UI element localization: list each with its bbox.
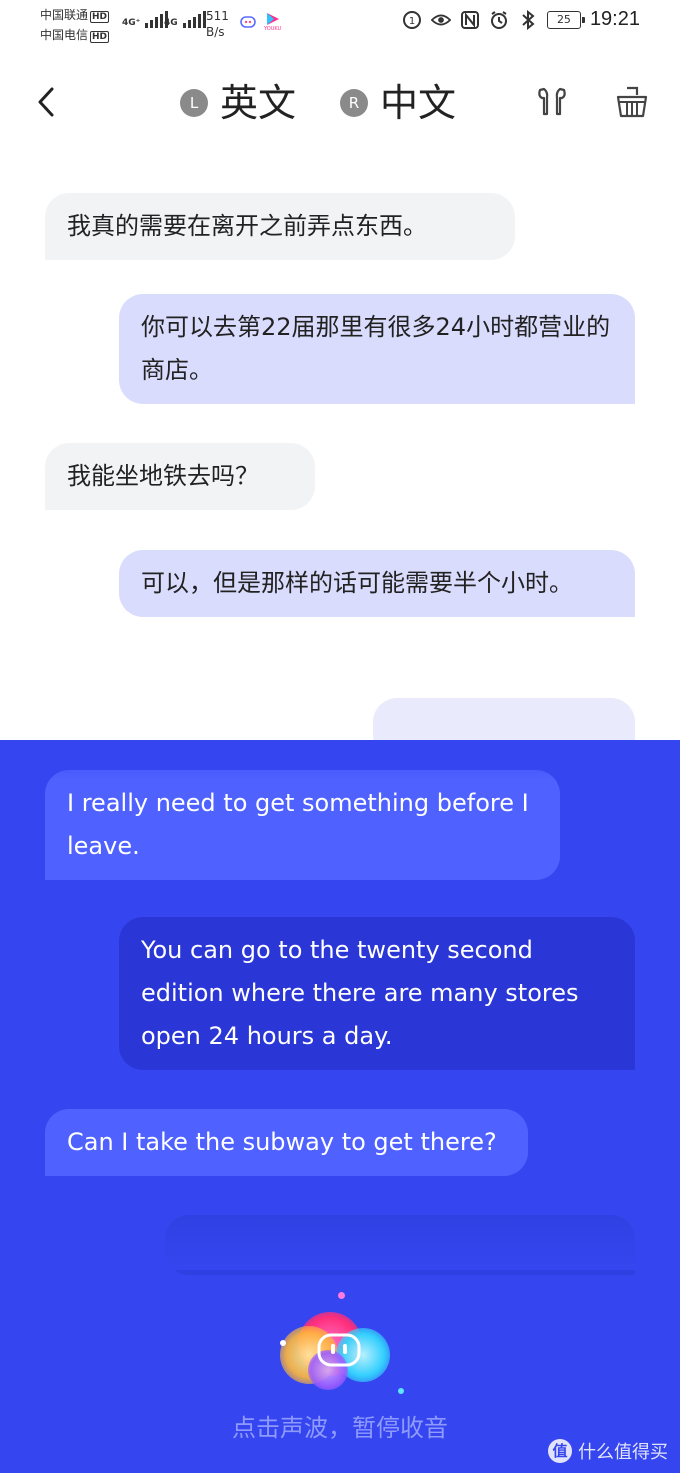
signal-2: 4G: [164, 10, 206, 28]
chevron-left-icon: [38, 87, 54, 117]
youku-logo-icon: [266, 13, 279, 25]
broom-basket-icon: [616, 86, 648, 118]
network-type-2: 4G: [164, 18, 178, 28]
watermark-logo-icon: 值: [548, 1439, 572, 1463]
message-text: 我能坐地铁去吗？: [67, 462, 259, 490]
message-bubble: 我真的需要在离开之前弄点东西。: [45, 193, 515, 260]
left-badge: L: [180, 89, 208, 117]
sparkle-dot-icon: [280, 1340, 286, 1346]
message-text: 你可以去第22届那里有很多24小时都营业的商店。: [141, 313, 611, 384]
carrier-1-name: 中国联通: [40, 8, 89, 22]
message-bubble: 你可以去第22届那里有很多24小时都营业的商店。: [119, 294, 635, 404]
earbuds-icon: [538, 87, 566, 116]
message-text: 可以，但是那样的话可能需要半个小时。: [141, 569, 573, 597]
bluetooth-icon: [518, 9, 538, 30]
watermark: 值 什么值得买: [548, 1438, 668, 1464]
carrier-2-name: 中国电信: [40, 28, 89, 42]
message-text: Can I take the subway to get there?: [67, 1128, 497, 1156]
network-speed: 511 B/s: [206, 8, 229, 40]
speed-value: 511: [206, 9, 229, 23]
signal-1: 4G⁺: [122, 10, 169, 28]
message-bubble: You can go to the twenty second edition …: [119, 917, 635, 1070]
robot-app-icon: [240, 16, 256, 28]
notification-icons: YOUKU: [240, 12, 281, 32]
network-type-1: 4G⁺: [122, 18, 141, 28]
sound-wave-button[interactable]: [270, 1290, 410, 1410]
message-bubble: I really need to get something before I …: [45, 770, 560, 880]
youku-icon: YOUKU: [264, 12, 281, 32]
hearing-aid-icon: 1: [402, 10, 422, 30]
speed-unit: B/s: [206, 25, 225, 39]
hd-badge: HD: [90, 11, 110, 23]
message-text: 我真的需要在离开之前弄点东西。: [67, 212, 427, 240]
carrier-2: 中国电信 HD: [40, 26, 110, 43]
right-badge: R: [340, 89, 368, 117]
youku-label: YOUKU: [264, 26, 282, 32]
message-bubble: Can I take the subway to get there?: [45, 1109, 528, 1176]
status-bar: 中国联通 HD 中国电信 HD 4G⁺ 4G 511 B/s YOUKU 1 2…: [0, 0, 680, 48]
message-bubble: 我能坐地铁去吗？: [45, 443, 315, 510]
nfc-icon: [460, 10, 480, 30]
hd-badge: HD: [90, 31, 110, 43]
back-button[interactable]: [28, 80, 64, 124]
battery-level: 25: [556, 12, 571, 26]
status-right: 1 25 19:21: [402, 8, 640, 31]
clear-button[interactable]: [612, 82, 652, 122]
sparkle-dot-icon: [398, 1388, 404, 1394]
watermark-text: 什么值得买: [578, 1442, 668, 1463]
right-language: 中文: [380, 81, 457, 125]
message-text: I really need to get something before I …: [67, 789, 529, 860]
left-language-selector[interactable]: L 英文: [180, 78, 296, 128]
svg-text:1: 1: [409, 16, 415, 27]
alarm-icon: [489, 10, 509, 30]
sparkle-dot-icon: [338, 1292, 345, 1299]
message-text: You can go to the twenty second edition …: [141, 936, 579, 1050]
message-bubble-partial: [373, 698, 635, 740]
left-language: 英文: [220, 81, 297, 125]
carrier-1: 中国联通 HD: [40, 6, 110, 23]
clock: 19:21: [589, 8, 640, 30]
signal-bars-icon: [182, 10, 206, 28]
header: L 英文 R 中文: [0, 62, 680, 146]
translation-panel: I really need to get something before I …: [0, 740, 680, 1473]
message-bubble: 可以，但是那样的话可能需要半个小时。: [119, 550, 635, 617]
robot-face-icon: [317, 1333, 361, 1367]
earbuds-button[interactable]: [532, 82, 572, 122]
battery-icon: 25: [546, 10, 585, 29]
chinese-chat-list[interactable]: 我真的需要在离开之前弄点东西。 你可以去第22届那里有很多24小时都营业的商店。…: [0, 160, 680, 740]
eye-comfort-icon: [430, 10, 451, 30]
right-language-selector[interactable]: R 中文: [340, 78, 456, 128]
